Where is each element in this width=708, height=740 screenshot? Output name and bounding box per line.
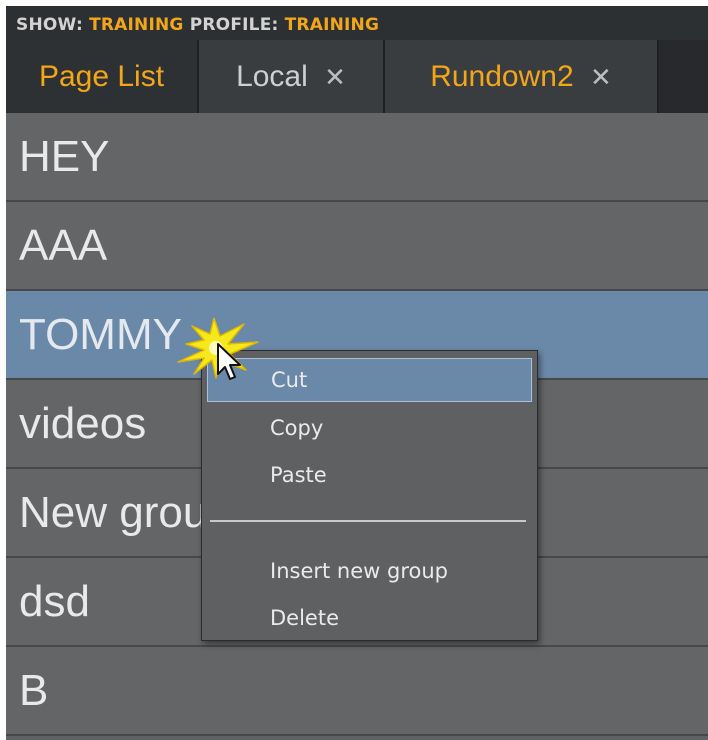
profile-key: PROFILE:	[189, 15, 279, 35]
tab-rundown2-label: Rundown2	[430, 60, 574, 93]
menu-item-copy[interactable]: Copy	[207, 406, 532, 450]
list-item[interactable]: HEY	[6, 113, 708, 202]
show-key: SHOW:	[16, 15, 83, 35]
show-value: TRAINING	[89, 15, 184, 35]
tab-local-label: Local	[236, 60, 308, 93]
list-item[interactable]: B	[6, 647, 708, 736]
menu-item-insert-new-group[interactable]: Insert new group	[207, 549, 532, 593]
profile-value: TRAINING	[284, 15, 380, 35]
menu-item-cut[interactable]: Cut	[207, 358, 532, 402]
menu-item-delete[interactable]: Delete	[207, 596, 532, 640]
tab-rundown2[interactable]: Rundown2 ✕	[385, 40, 659, 113]
tab-local[interactable]: Local ✕	[199, 40, 385, 113]
show-profile-bar: SHOW: TRAINING PROFILE: TRAINING	[6, 6, 708, 40]
tab-bar: Page List Local ✕ Rundown2 ✕	[6, 40, 708, 113]
menu-separator	[210, 520, 526, 522]
menu-item-paste[interactable]: Paste	[207, 453, 532, 497]
list-item[interactable]: AAA	[6, 202, 708, 291]
tab-page-list-label: Page List	[38, 60, 165, 93]
app-window: SHOW: TRAINING PROFILE: TRAINING Page Li…	[6, 6, 708, 740]
tab-local-close-icon[interactable]: ✕	[324, 62, 346, 92]
context-menu: Cut Copy Paste Insert new group Delete	[201, 350, 538, 641]
tab-rundown2-close-icon[interactable]: ✕	[590, 62, 612, 92]
tab-page-list[interactable]: Page List	[6, 40, 199, 113]
